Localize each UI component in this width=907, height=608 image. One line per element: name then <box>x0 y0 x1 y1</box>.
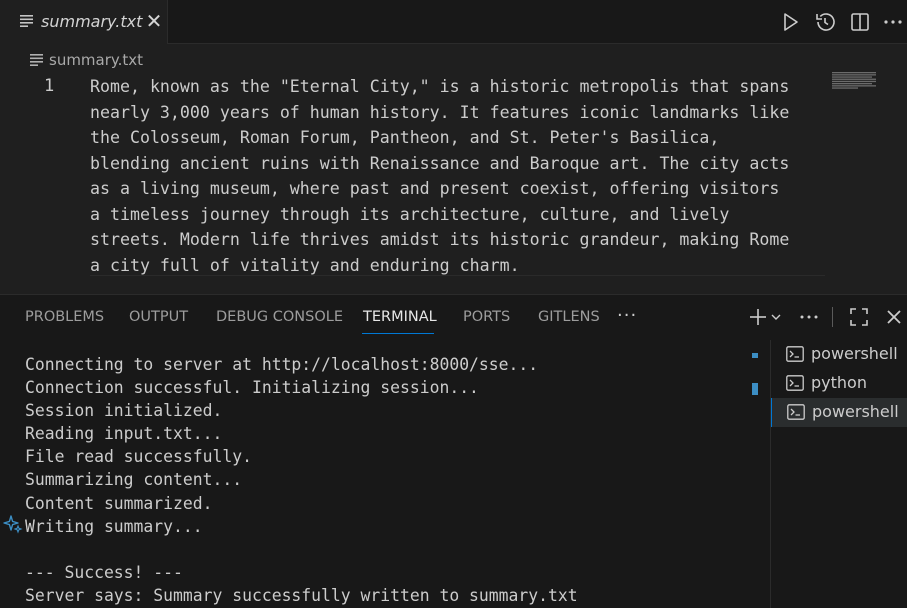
tab-terminal[interactable]: TERMINAL <box>363 309 437 325</box>
new-terminal-icon[interactable] <box>747 305 785 329</box>
panel-toolbar-divider <box>832 307 833 327</box>
tab-summary-txt[interactable]: summary.txt ✕ <box>0 0 168 44</box>
maximize-panel-icon[interactable] <box>847 305 871 329</box>
terminal-line: Connecting to server at http://localhost… <box>25 355 539 374</box>
line-number: 1 <box>44 76 55 96</box>
current-line-highlight <box>90 275 825 276</box>
terminal-line: --- Success! --- <box>25 562 183 582</box>
terminal-list-item-powershell-active[interactable]: powershell <box>771 398 907 427</box>
editor-tab-bar: summary.txt ✕ <box>0 0 907 44</box>
terminal-line: Summarizing content... <box>25 470 243 490</box>
tab-debug-console[interactable]: DEBUG CONSOLE <box>216 309 343 325</box>
split-editor-icon[interactable] <box>848 10 872 34</box>
bottom-panel: PROBLEMS OUTPUT DEBUG CONSOLE TERMINAL P… <box>0 294 907 608</box>
scrollbar-marker <box>752 353 758 358</box>
terminal-list: powershell python powershell <box>770 340 907 608</box>
minimap[interactable] <box>832 72 877 90</box>
tab-problems[interactable]: PROBLEMS <box>25 309 104 325</box>
tab-label: summary.txt <box>41 12 143 31</box>
close-panel-icon[interactable] <box>882 305 906 329</box>
terminal-list-label: powershell <box>812 402 899 421</box>
file-text-icon <box>20 15 33 27</box>
terminal-scrollbar[interactable] <box>752 339 760 608</box>
terminal-line: Reading input.txt... <box>25 424 223 444</box>
terminal-line: Writing summary... <box>25 516 203 536</box>
terminal-line: Connection successful. Initializing sess… <box>25 378 479 398</box>
tab-ports[interactable]: PORTS <box>463 309 510 325</box>
close-icon[interactable]: ✕ <box>144 10 164 32</box>
terminal-output[interactable]: Connecting to server at http://localhost… <box>25 353 745 607</box>
editor-area[interactable]: 1 Rome, known as the "Eternal City," is … <box>0 72 907 294</box>
terminal-icon <box>786 346 804 362</box>
terminal-icon <box>786 375 804 391</box>
more-actions-icon[interactable] <box>881 10 905 34</box>
terminal-line: Session initialized. <box>25 401 223 421</box>
terminal-line: Server says: Summary successfully writte… <box>25 585 578 605</box>
terminal-list-item-python[interactable]: python <box>771 369 907 398</box>
terminal-list-label: python <box>811 373 867 392</box>
tab-gitlens[interactable]: GITLENS <box>538 309 600 325</box>
terminal-icon <box>787 404 805 420</box>
timeline-history-icon[interactable] <box>813 10 837 34</box>
panel-more-tabs-button[interactable]: ··· <box>617 305 637 326</box>
active-tab-indicator <box>362 333 434 334</box>
terminal-list-item-powershell[interactable]: powershell <box>771 340 907 369</box>
file-text-icon <box>30 54 43 66</box>
panel-tab-bar: PROBLEMS OUTPUT DEBUG CONSOLE TERMINAL P… <box>0 295 907 339</box>
breadcrumb-label: summary.txt <box>49 51 144 69</box>
terminal-line: File read successfully. <box>25 447 252 467</box>
tab-output[interactable]: OUTPUT <box>129 309 188 325</box>
copilot-sparkle-icon[interactable] <box>3 514 23 534</box>
scrollbar-marker <box>752 383 758 395</box>
editor-text[interactable]: Rome, known as the "Eternal City," is a … <box>90 74 820 278</box>
terminal-line: Content summarized. <box>25 493 213 513</box>
terminal-list-label: powershell <box>811 344 898 363</box>
run-icon[interactable] <box>778 10 802 34</box>
panel-more-actions-icon[interactable] <box>797 305 821 329</box>
